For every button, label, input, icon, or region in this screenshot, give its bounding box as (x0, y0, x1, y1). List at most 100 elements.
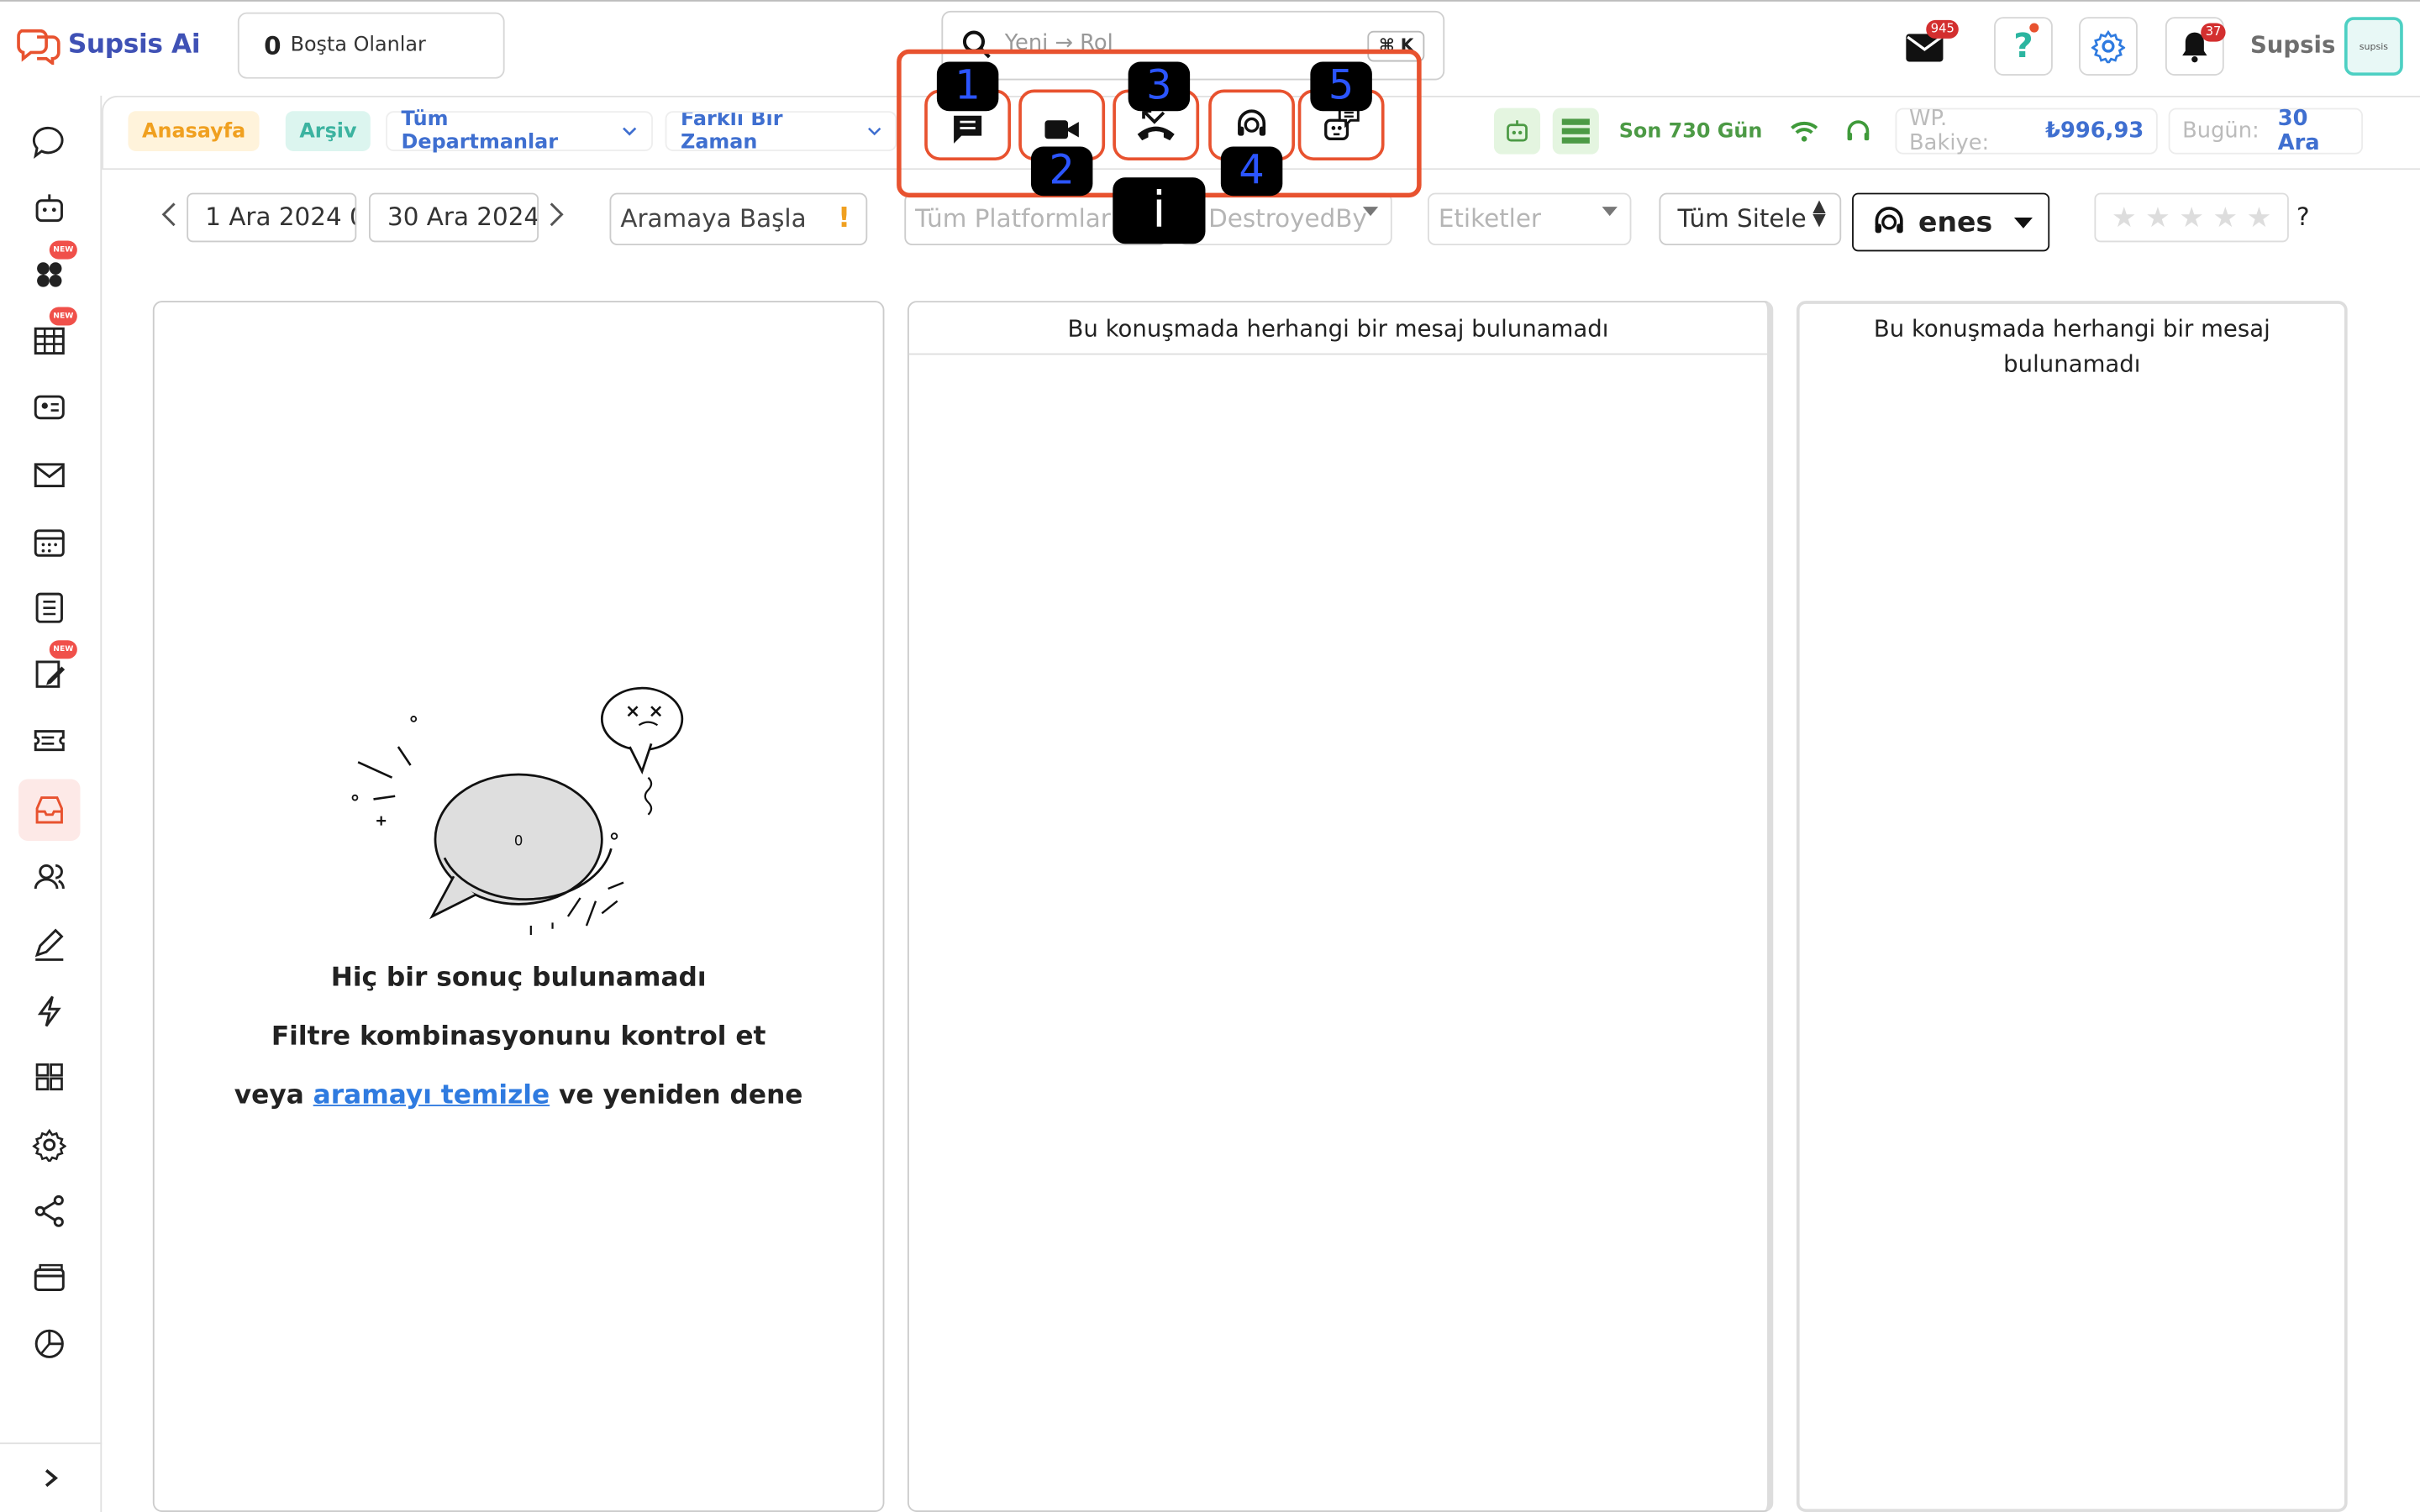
empty-state-illustration: 0 (351, 686, 684, 936)
question-icon: ? (2013, 27, 2033, 66)
help-button[interactable]: ? (1994, 17, 2053, 76)
sidebar-item-table[interactable]: NEW (18, 307, 80, 371)
idle-count: 0 (264, 30, 281, 60)
tags-label: Etiketler (1438, 203, 1542, 234)
empty-action: veya aramayı temizle ve yeniden dene (155, 1080, 883, 1111)
wallet-icon (34, 1263, 65, 1291)
gear-icon (32, 1128, 66, 1163)
wifi-status[interactable] (1781, 108, 1828, 155)
prev-date-button[interactable] (159, 201, 177, 228)
mail-badge: 945 (1926, 19, 1960, 39)
brand-logo[interactable]: Supsis Ai (15, 22, 201, 68)
notifications-button[interactable]: 37 (2165, 17, 2226, 76)
sites-label: Tüm Sitele (1677, 203, 1807, 234)
sidebar-item-contacts[interactable] (18, 376, 80, 438)
sites-select[interactable]: Tüm Sitele ▲ ▼ (1659, 192, 1842, 246)
callout-1: 1 (936, 61, 999, 112)
today-label: Bugün: (2182, 118, 2260, 144)
tags-select[interactable]: Etiketler (1427, 192, 1632, 246)
message-panel: Bu konuşmada herhangi bir mesaj bulunama… (908, 301, 1774, 1512)
sidebar-item-forms[interactable] (18, 913, 80, 974)
robot-icon (1507, 120, 1528, 142)
conversation-search-input[interactable]: Aramaya Başla ! (609, 192, 868, 246)
sidebar-item-billing[interactable] (18, 1247, 80, 1308)
headset-icon (1875, 207, 1903, 234)
notifications-badge: 37 (2201, 23, 2226, 42)
help-dot (2029, 23, 2039, 33)
users-icon (34, 864, 65, 890)
sidebar: NEW NEW NEW (0, 95, 103, 1512)
sidebar-item-list[interactable] (18, 577, 80, 638)
sidebar-item-integrations[interactable]: NEW (18, 240, 80, 305)
chevron-down-icon (867, 127, 881, 136)
lightning-icon (37, 995, 61, 1027)
headset-icon (1847, 120, 1870, 141)
callout-2: 2 (1030, 146, 1093, 197)
server-icon (1561, 118, 1590, 144)
conversation-list-panel: 0 Hiç bir sonuç bulunamadı Filtre kombin… (152, 301, 885, 1512)
rating-help[interactable]: ? (2296, 202, 2310, 232)
rating-stars: ★ ★ ★ ★ ★ (2112, 201, 2272, 234)
gear-icon (2091, 29, 2126, 64)
chevron-right-icon (550, 202, 564, 227)
breadcrumb-home[interactable]: Anasayfa (128, 111, 260, 152)
date-to-input[interactable]: 30 Ara 2024 (368, 192, 539, 243)
today-value: 30 Ara (2277, 106, 2320, 156)
wp-balance: WP. Bakiye: ₺996,93 (1895, 107, 2158, 156)
envelope-icon (34, 463, 65, 488)
destroyed-by-select[interactable]: DestroyedBy (1179, 192, 1392, 246)
sidebar-item-archive[interactable] (18, 779, 81, 842)
new-badge: NEW (49, 640, 77, 659)
date-from-input[interactable]: 1 Ara 2024 0 (187, 192, 357, 243)
time-label: Farklı Bir Zaman (681, 111, 783, 152)
rating-filter[interactable]: ★ ★ ★ ★ ★ (2094, 192, 2289, 243)
sidebar-item-calendar[interactable] (18, 511, 80, 572)
sidebar-item-tickets[interactable] (18, 710, 80, 771)
departments-dropdown[interactable]: Tüm Departmanlar (386, 108, 653, 155)
mail-button[interactable]: 945 (1892, 19, 1960, 76)
list-icon (35, 592, 63, 623)
sidebar-item-reports[interactable] (18, 1313, 80, 1374)
breadcrumb-archive[interactable]: Arşiv (285, 111, 371, 152)
chevron-left-icon (161, 202, 176, 227)
missed-call-icon (1137, 109, 1175, 141)
empty-hint: Filtre kombinasyonunu kontrol et (271, 1021, 766, 1053)
settings-button[interactable] (2079, 17, 2138, 76)
avatar[interactable]: supsis (2344, 17, 2403, 76)
sidebar-item-users[interactable] (18, 846, 80, 907)
top-border (0, 0, 2420, 2)
agent-select[interactable]: enes (1852, 192, 2050, 252)
agent-name: enes (1918, 206, 1993, 239)
sidebar-item-share[interactable] (18, 1180, 80, 1242)
callout-4: 4 (1220, 146, 1283, 197)
wp-balance-value: ₺996,93 (2045, 118, 2144, 144)
ticket-icon (34, 730, 65, 752)
next-date-button[interactable] (548, 201, 566, 228)
sidebar-item-bot[interactable] (18, 177, 80, 239)
brand-name: Supsis Ai (67, 29, 201, 60)
idle-label: Boşta Olanlar (290, 34, 426, 57)
calendar-icon (34, 529, 65, 557)
sidebar-item-chats[interactable] (18, 111, 80, 172)
agent-status[interactable] (1835, 108, 1881, 155)
caret-down-icon (1362, 207, 1379, 217)
sidebar-item-settings[interactable] (18, 1114, 80, 1175)
avatar-label: supsis (2359, 40, 2389, 52)
user-name[interactable]: Supsis (2250, 31, 2335, 59)
info-callout: i (1113, 177, 1206, 244)
new-badge: NEW (49, 240, 77, 260)
idle-agents-box[interactable]: 0 Boşta Olanlar (237, 12, 505, 79)
sidebar-item-notes[interactable]: NEW (18, 640, 80, 705)
clear-search-link[interactable]: aramayı temizle (313, 1080, 550, 1111)
wifi-icon (1791, 121, 1818, 142)
time-dropdown[interactable]: Farklı Bir Zaman (665, 111, 897, 152)
sidebar-expand-button[interactable] (0, 1442, 103, 1512)
sidebar-item-automations[interactable] (18, 979, 80, 1041)
ai-bot-toggle[interactable] (1493, 108, 1541, 155)
server-icon-button[interactable] (1552, 108, 1599, 155)
empty-action-post: ve yeniden dene (559, 1079, 803, 1111)
sidebar-item-mail[interactable] (18, 444, 80, 506)
logo-icon (17, 29, 60, 66)
range-label[interactable]: Son 730 Gün (1605, 111, 1776, 152)
sidebar-item-apps[interactable] (18, 1046, 80, 1107)
